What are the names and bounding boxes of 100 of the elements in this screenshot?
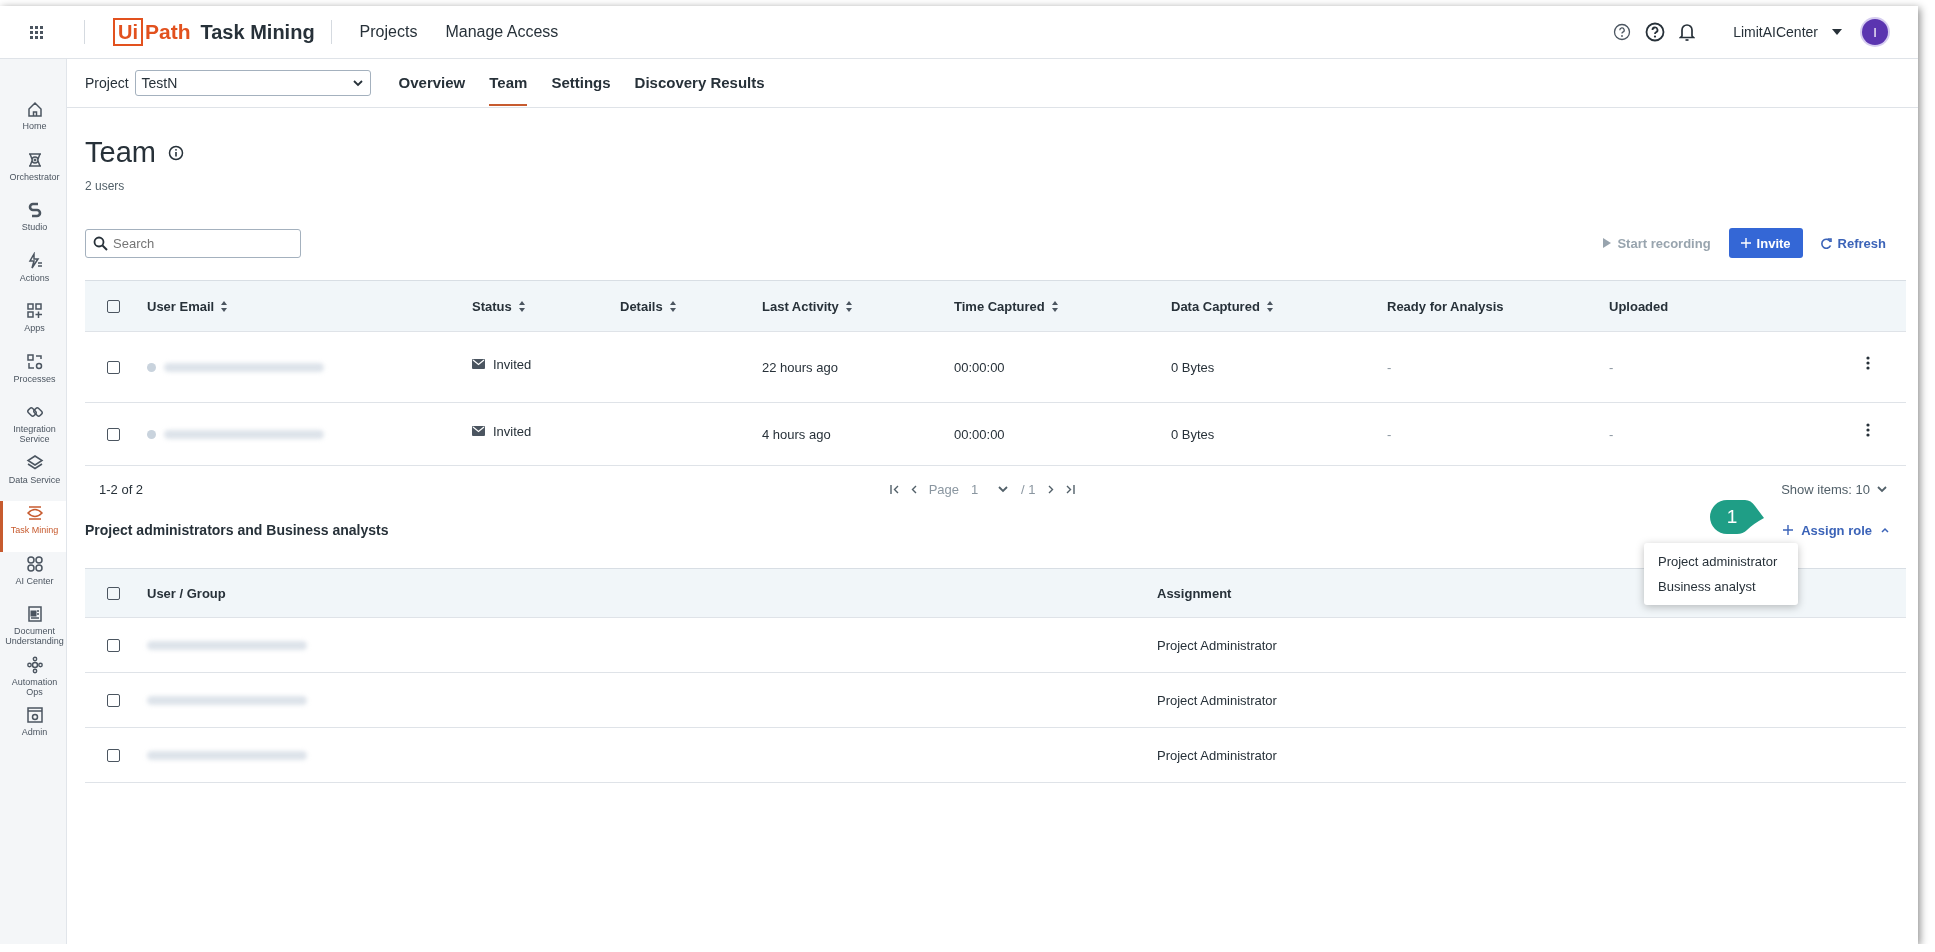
- sidebar-item[interactable]: Automation Ops: [0, 652, 66, 703]
- next-page-icon[interactable]: [1047, 484, 1054, 494]
- plus-icon: [1740, 238, 1751, 248]
- help-icon[interactable]: [1645, 22, 1666, 42]
- kebab-menu-icon[interactable]: [1865, 356, 1870, 370]
- sidebar-item[interactable]: Data Service: [0, 450, 66, 501]
- chevron-down-icon[interactable]: [997, 483, 1010, 495]
- tab[interactable]: Team: [489, 60, 528, 106]
- user-menu[interactable]: LimitAICenter: [1733, 24, 1842, 40]
- checkbox[interactable]: [106, 427, 120, 441]
- sort-icon[interactable]: [517, 299, 526, 313]
- sidebar-item[interactable]: Document Understanding: [0, 602, 66, 653]
- four-circles-icon: [25, 554, 44, 573]
- table-cell: Invited: [493, 423, 532, 439]
- sort-icon[interactable]: [1050, 299, 1059, 313]
- grid-plus-icon: [25, 302, 44, 320]
- checkbox[interactable]: [106, 693, 120, 707]
- menu-item[interactable]: Business analyst: [1644, 574, 1798, 599]
- tab[interactable]: Settings: [551, 60, 611, 106]
- menu-item[interactable]: Project administrator: [1644, 549, 1798, 574]
- column-header: Assignment: [1157, 585, 1232, 601]
- house-icon: [25, 100, 44, 118]
- table-cell: -: [1387, 359, 1392, 375]
- plus-icon: [1783, 525, 1794, 535]
- column-header: Uploaded: [1609, 298, 1669, 314]
- table-cell: 00:00:00: [954, 426, 1005, 442]
- sort-icon[interactable]: [1265, 299, 1274, 313]
- user-count: 2 users: [85, 179, 126, 193]
- table-cell: 00:00:00: [954, 359, 1005, 375]
- column-header[interactable]: Data Captured: [1171, 298, 1260, 314]
- sidebar-item[interactable]: Actions: [0, 248, 66, 299]
- sidebar-item[interactable]: Studio: [0, 198, 66, 249]
- page-total: / 1: [1021, 481, 1036, 497]
- avatar[interactable]: I: [1862, 19, 1888, 45]
- sidebar-item[interactable]: AI Center: [0, 551, 66, 602]
- invite-button[interactable]: Invite: [1728, 228, 1803, 258]
- column-header[interactable]: Last Activity: [762, 298, 839, 314]
- flow-shapes-icon: [25, 352, 44, 371]
- checkbox[interactable]: [106, 360, 120, 374]
- page-size-select[interactable]: Show items: 10: [1781, 481, 1888, 497]
- table-cell: 0 Bytes: [1171, 359, 1215, 375]
- column-header: Ready for Analysis: [1387, 298, 1504, 314]
- checkbox[interactable]: [106, 299, 120, 313]
- sidebar-item[interactable]: Task Mining: [0, 501, 66, 552]
- help-icon[interactable]: [1613, 23, 1632, 41]
- project-select[interactable]: TestN: [134, 70, 371, 96]
- product-name: Task Mining: [200, 20, 315, 44]
- table-cell: -: [1609, 426, 1614, 442]
- sidebar-item[interactable]: Admin: [0, 703, 66, 754]
- previous-page-icon[interactable]: [910, 484, 917, 494]
- bell-icon[interactable]: [1679, 22, 1696, 42]
- sidebar-item[interactable]: Processes: [0, 349, 66, 400]
- kebab-menu-icon[interactable]: [1865, 423, 1870, 437]
- table-cell: Project Administrator: [1157, 637, 1277, 653]
- sort-icon[interactable]: [220, 299, 229, 313]
- tab[interactable]: Overview: [398, 60, 466, 106]
- checkbox[interactable]: [106, 638, 120, 652]
- page-label: Page: [928, 481, 960, 497]
- app-grid-icon[interactable]: [29, 25, 43, 39]
- chevron-up-icon: [1880, 526, 1890, 534]
- checkbox[interactable]: [106, 586, 120, 600]
- section-title: Project administrators and Business analysts: [85, 522, 389, 538]
- search-field[interactable]: Search: [85, 228, 301, 258]
- last-page-icon[interactable]: [1065, 484, 1075, 494]
- eye-box-icon: [25, 504, 44, 522]
- range-label: 1-2 of 2: [99, 481, 144, 497]
- brand-logo: Ui Path: [113, 18, 191, 46]
- table-cell: 4 hours ago: [762, 426, 831, 442]
- gear-cluster-icon: [25, 655, 44, 674]
- field-label: Project: [85, 75, 129, 91]
- envelope-icon: [472, 426, 485, 436]
- column-header[interactable]: Details: [620, 298, 663, 314]
- column-header[interactable]: Time Captured: [954, 298, 1045, 314]
- sidebar-item[interactable]: Home: [0, 97, 66, 148]
- layers-icon: [25, 453, 44, 472]
- envelope-icon: [472, 359, 485, 369]
- chevron-down-icon: [1876, 483, 1888, 495]
- sidebar-item[interactable]: Apps: [0, 299, 66, 350]
- page-title: Team: [85, 136, 156, 169]
- nav-link[interactable]: Manage Access: [445, 23, 559, 41]
- first-page-icon[interactable]: [889, 484, 899, 494]
- checkbox[interactable]: [106, 748, 120, 762]
- sidebar-item[interactable]: Orchestrator: [0, 147, 66, 198]
- sidebar-item[interactable]: Integration Service: [0, 400, 66, 451]
- document-icon: [25, 605, 44, 623]
- table-cell: -: [1387, 426, 1392, 442]
- sort-icon[interactable]: [844, 299, 853, 313]
- tab[interactable]: Discovery Results: [634, 60, 765, 106]
- info-icon[interactable]: [167, 144, 184, 161]
- table-cell: 22 hours ago: [762, 359, 838, 375]
- table-cell: Invited: [493, 356, 532, 372]
- sort-icon[interactable]: [668, 299, 677, 313]
- column-header[interactable]: User Email: [147, 298, 215, 314]
- column-header[interactable]: Status: [472, 298, 512, 314]
- table-cell: -: [1609, 359, 1614, 375]
- window-gear-icon: [25, 706, 44, 724]
- play-icon: [1603, 238, 1612, 248]
- nav-link[interactable]: Projects: [359, 23, 418, 41]
- assign-role-button[interactable]: Assign role: [1777, 521, 1896, 539]
- refresh-button[interactable]: Refresh: [1820, 235, 1886, 251]
